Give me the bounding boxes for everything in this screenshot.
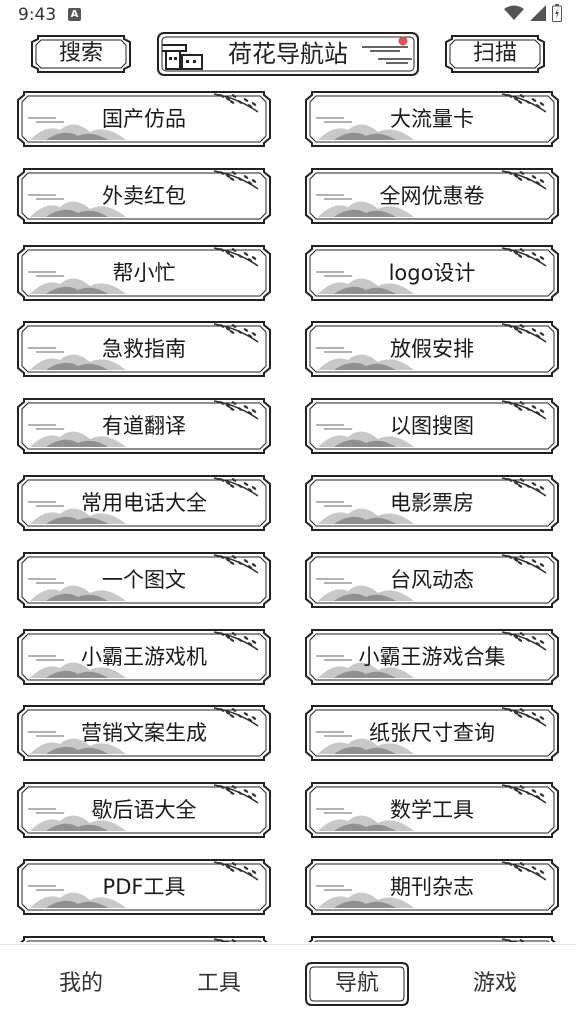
nav-card-label: 小霸王游戏机 (81, 644, 207, 669)
wifi-icon (504, 5, 524, 20)
tab-mine[interactable]: 我的 (26, 959, 136, 1009)
page-title: 荷花导航站 (156, 31, 420, 77)
nav-card[interactable]: 小霸王游戏机 (16, 628, 272, 686)
nav-card-label: 电影票房 (390, 491, 474, 515)
nav-card[interactable]: 歇后语大全 (16, 781, 272, 839)
nav-card[interactable]: 营销文案生成 (16, 704, 272, 762)
search-button-label: 搜索 (58, 41, 103, 66)
tab-games[interactable]: 游戏 (440, 959, 550, 1009)
nav-card[interactable] (16, 935, 272, 942)
signal-icon (530, 5, 546, 21)
card-frame-icon (307, 935, 557, 942)
nav-card-label: 歇后语大全 (91, 798, 197, 823)
nav-grid: 国产仿品 大流量卡外卖红包 全网优惠卷帮小忙 logo设计急救指南 放假安排有道翻译 以图… (0, 90, 576, 942)
nav-card[interactable]: 急救指南 (16, 320, 272, 378)
tab-navigation[interactable]: 导航 (302, 959, 412, 1009)
nav-card-label: PDF工具 (102, 875, 186, 899)
nav-card-label: 以图搜图 (390, 414, 474, 439)
nav-card-label: 放假安排 (390, 337, 474, 362)
nav-card-label: 纸张尺寸查询 (369, 721, 495, 746)
search-button[interactable]: 搜索 (30, 34, 132, 74)
nav-card-label: logo设计 (388, 260, 476, 285)
nav-card[interactable]: 常用电话大全 (16, 474, 272, 532)
nav-card[interactable] (304, 935, 560, 942)
nav-card-label: 数学工具 (390, 798, 474, 823)
status-time: 9:43 (18, 5, 57, 25)
nav-card[interactable]: 全网优惠卷 (304, 167, 560, 225)
nav-card[interactable]: 纸张尺寸查询 (304, 704, 560, 762)
nav-card-label: 全网优惠卷 (379, 183, 485, 208)
nav-card[interactable]: 以图搜图 (304, 397, 560, 455)
nav-card-label: 小霸王游戏合集 (358, 644, 506, 669)
nav-card[interactable]: 一个图文 (16, 551, 272, 609)
notification-icon: A (68, 8, 81, 21)
nav-card[interactable]: 电影票房 (304, 474, 560, 532)
nav-card-label: 营销文案生成 (81, 721, 207, 746)
nav-card[interactable]: 小霸王游戏合集 (304, 628, 560, 686)
bottom-nav: 我的 工具 导航 游戏 (0, 944, 576, 1025)
battery-icon (552, 4, 562, 22)
nav-card-label: 常用电话大全 (81, 491, 207, 515)
nav-card[interactable]: 期刊杂志 (304, 858, 560, 916)
nav-card[interactable]: 帮小忙 (16, 244, 272, 302)
nav-card-label: 急救指南 (102, 337, 186, 362)
nav-card-label: 帮小忙 (112, 260, 176, 285)
status-icons (504, 4, 562, 22)
nav-card-label: 台风动态 (390, 567, 474, 592)
nav-card[interactable]: 外卖红包 (16, 167, 272, 225)
nav-card[interactable]: 放假安排 (304, 320, 560, 378)
nav-card-label: 外卖红包 (102, 183, 186, 208)
nav-card-label: 一个图文 (102, 567, 186, 592)
status-bar: 9:43 A (0, 0, 576, 32)
scan-button-label: 扫描 (472, 41, 517, 66)
nav-card[interactable]: 国产仿品 (16, 90, 272, 148)
tab-label: 导航 (334, 971, 379, 996)
nav-card[interactable]: 有道翻译 (16, 397, 272, 455)
nav-card[interactable]: logo设计 (304, 244, 560, 302)
tab-label: 游戏 (472, 971, 517, 996)
tab-label: 我的 (58, 971, 103, 996)
card-frame-icon (19, 935, 269, 942)
nav-card-label: 有道翻译 (102, 414, 186, 439)
nav-card[interactable]: 数学工具 (304, 781, 560, 839)
tab-tools[interactable]: 工具 (164, 959, 274, 1009)
nav-card[interactable]: 大流量卡 (304, 90, 560, 148)
page-title-text: 荷花导航站 (228, 40, 348, 68)
tab-label: 工具 (196, 971, 241, 996)
nav-card-label: 大流量卡 (390, 107, 474, 131)
scan-button[interactable]: 扫描 (444, 34, 546, 74)
sun-icon (398, 36, 408, 46)
nav-card-label: 期刊杂志 (390, 875, 474, 899)
nav-card-label: 国产仿品 (102, 107, 186, 131)
nav-card[interactable]: PDF工具 (16, 858, 272, 916)
nav-card[interactable]: 台风动态 (304, 551, 560, 609)
